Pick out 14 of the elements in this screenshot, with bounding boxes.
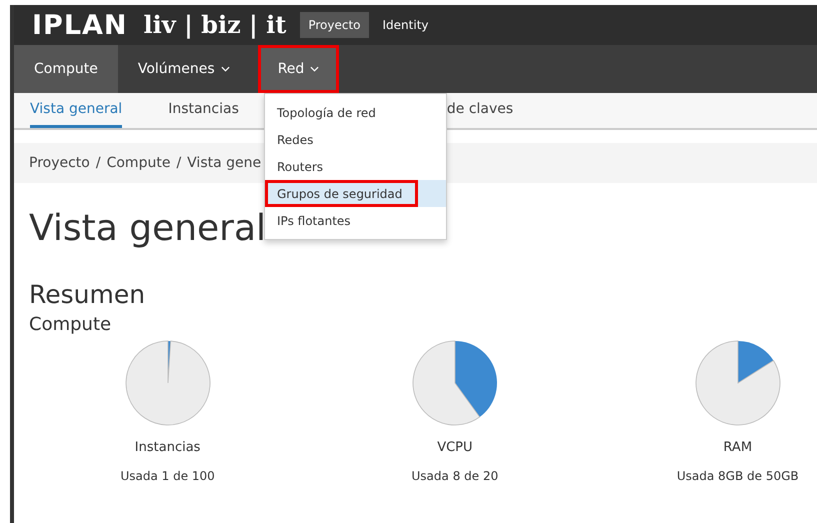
quota-usage: Usada 1 de 100 [120, 468, 215, 486]
quota-name: Instancias [134, 438, 200, 457]
quota-usage: Usada 8 de 20 [412, 468, 498, 486]
quota-usage: Usada 8GB de 50GB [676, 468, 799, 486]
breadcrumb-item: Vista gene [187, 154, 262, 172]
quota-name: RAM [723, 438, 752, 457]
quota-name: VCPU [437, 438, 473, 457]
section-title: Resumen [29, 280, 146, 310]
breadcrumb-separator: / [96, 154, 101, 172]
logo-tagline: liv | biz | it [144, 13, 286, 37]
subsection-title: Compute [29, 314, 112, 336]
breadcrumb-separator: / [176, 154, 182, 172]
logo: IPLAN [32, 12, 128, 38]
page-title: Vista general [29, 207, 266, 250]
